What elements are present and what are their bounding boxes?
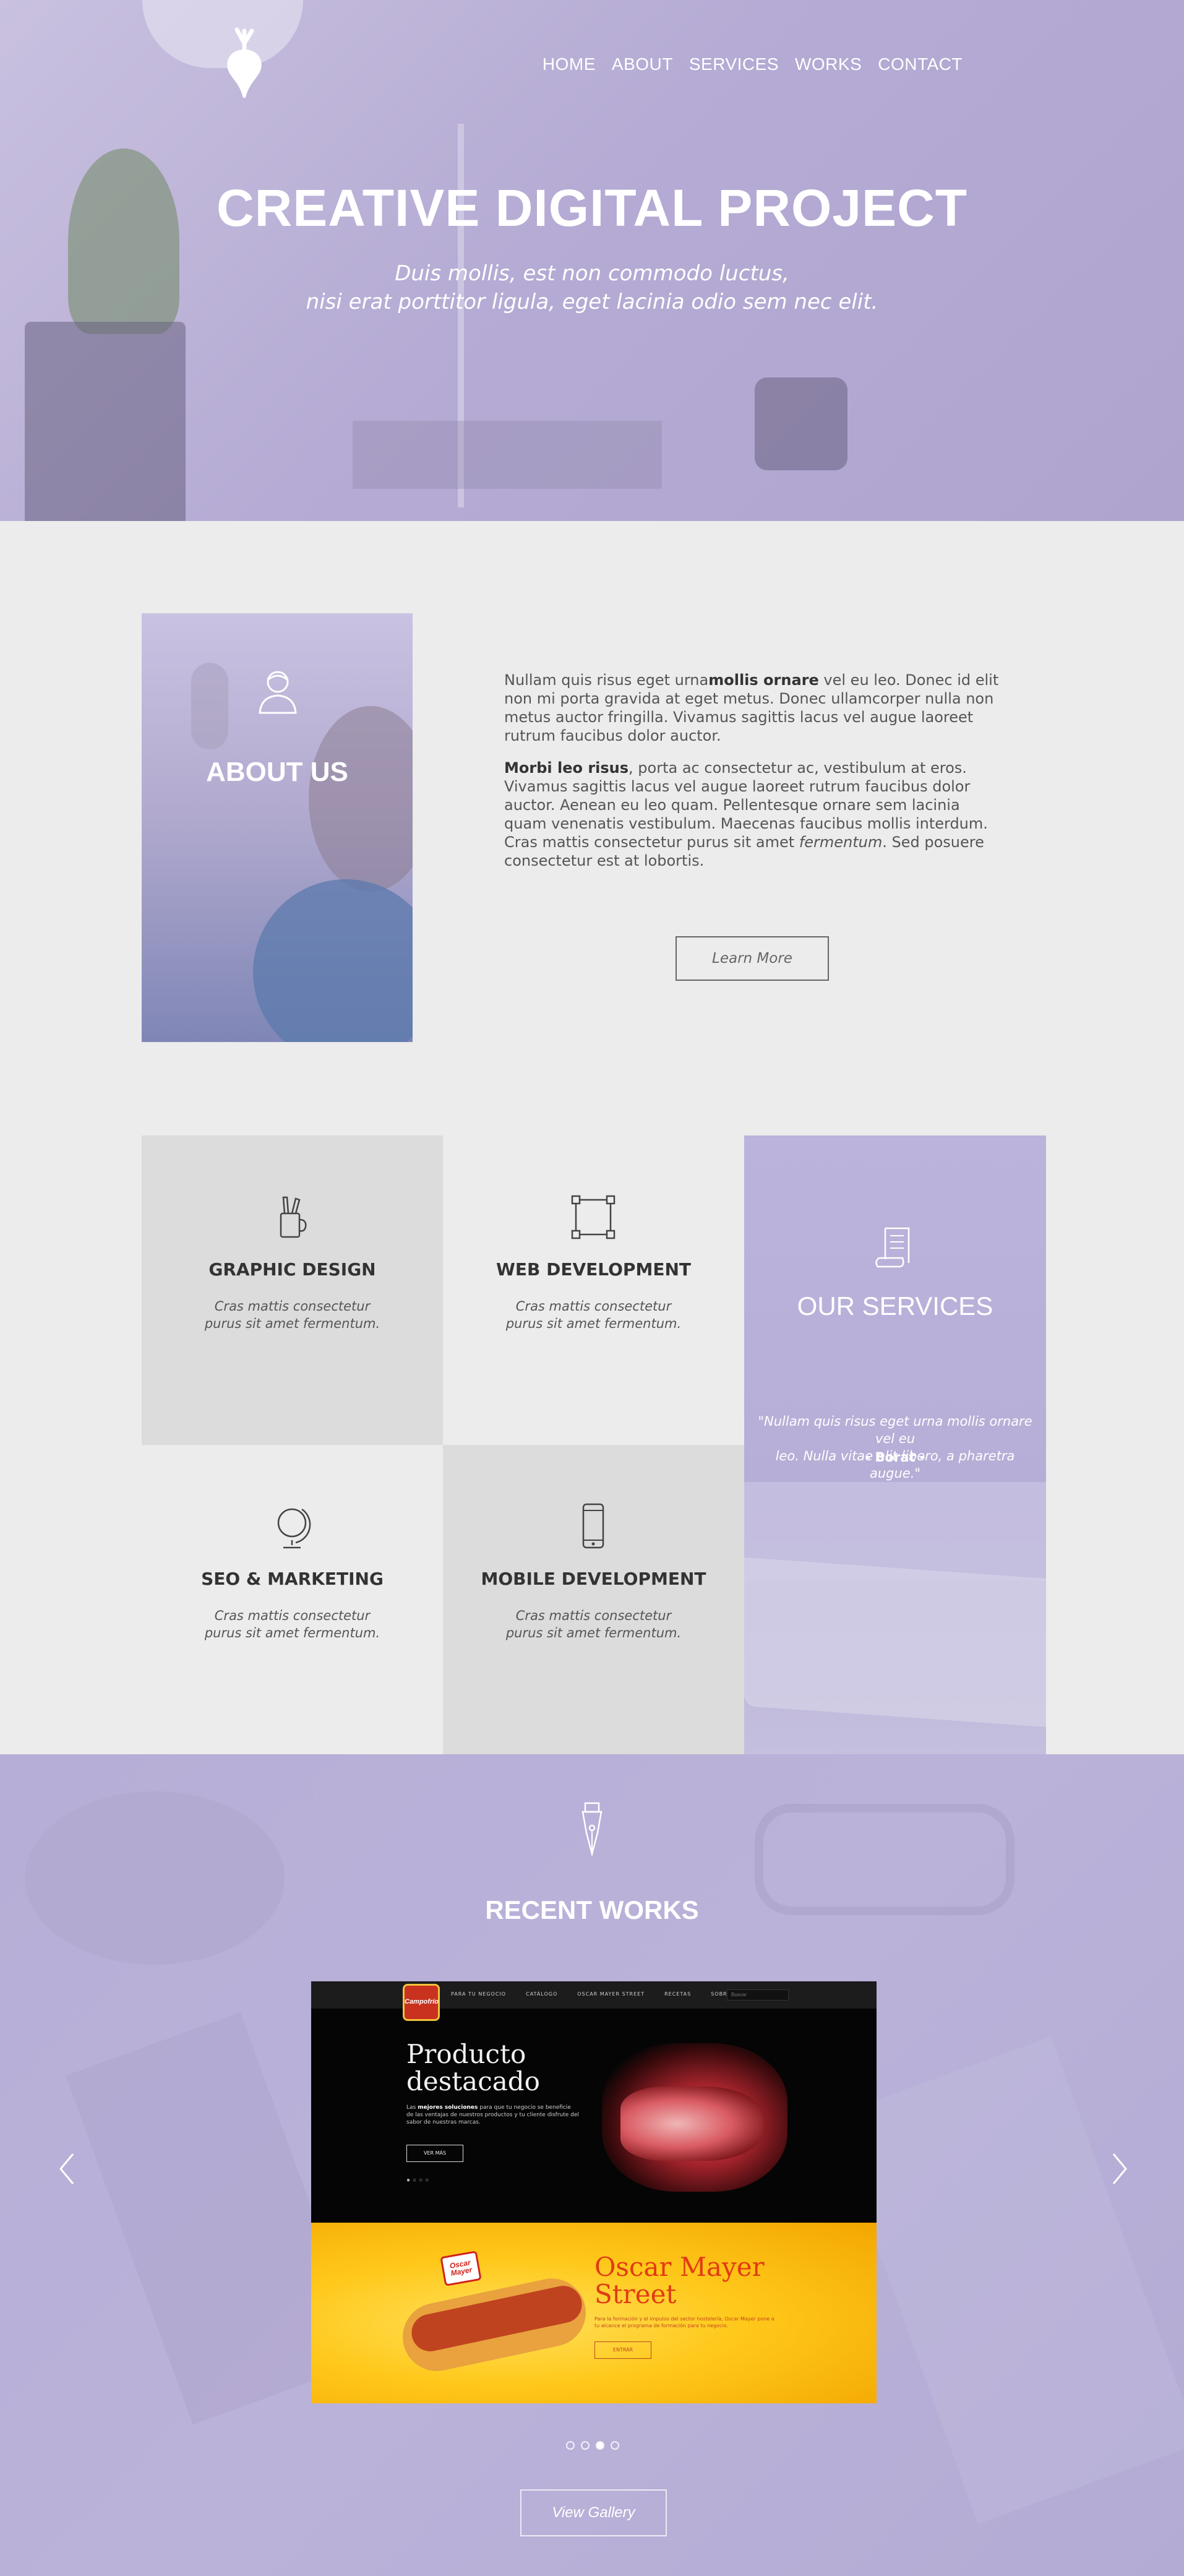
our-services-title: OUR SERVICES <box>797 1291 993 1320</box>
our-services-panel: OUR SERVICES "Nullam quis risus eget urn… <box>744 1135 1046 1754</box>
text-run: Las <box>406 2104 418 2111</box>
about-paragraph-1: Nullam quis risus eget urnamollis ornare… <box>504 671 999 745</box>
campofrio-logo: Campofrío <box>403 1984 440 2021</box>
search-placeholder: Buscar <box>731 1992 747 1997</box>
carousel-slide-image[interactable]: Campofrío PARA TU NEGOCIO CATÁLOGO OSCAR… <box>311 1981 877 2403</box>
view-gallery-button[interactable]: View Gallery <box>520 2489 667 2536</box>
bold-text: Morbi leo risus <box>504 759 629 777</box>
hero-title: CREATIVE DIGITAL PROJECT <box>216 179 968 237</box>
text-run: Nullam quis risus eget urna <box>504 671 709 689</box>
pencil-cup-icon <box>280 1196 307 1238</box>
slide-menu: PARA TU NEGOCIO CATÁLOGO OSCAR MAYER STR… <box>451 1991 768 1997</box>
background-person <box>191 663 228 749</box>
carousel-dot-1[interactable] <box>566 2441 575 2450</box>
nav-contact[interactable]: CONTACT <box>878 54 963 74</box>
slide-menu-item: OSCAR MAYER STREET <box>577 1991 645 1997</box>
chevron-left-icon[interactable] <box>54 2150 79 2187</box>
bold-text: mejores soluciones <box>418 2104 478 2111</box>
desc-line: purus sit amet fermentum. <box>204 1626 380 1640</box>
learn-more-button[interactable]: Learn More <box>676 936 829 981</box>
nav-about[interactable]: ABOUT <box>612 54 673 74</box>
heading-line: Oscar Mayer <box>594 2252 765 2282</box>
smartphone-icon <box>582 1503 604 1549</box>
service-description: Cras mattis consectetur purus sit amet fe… <box>480 1607 707 1642</box>
oscar-mayer-heading: Oscar Mayer Street <box>594 2254 765 2308</box>
ham-slice-image <box>620 2087 763 2161</box>
person-head <box>309 706 413 892</box>
carousel-dot-3[interactable] <box>596 2441 604 2450</box>
vector-square-icon <box>571 1195 616 1239</box>
logo-text: Oscar Mayer <box>448 2258 473 2278</box>
pen-nib-icon <box>581 1802 603 1856</box>
chevron-right-icon[interactable] <box>1107 2150 1132 2187</box>
jar-image <box>25 322 186 521</box>
desc-line: Cras mattis consectetur <box>515 1299 672 1314</box>
desc-line: Cras mattis consectetur <box>214 1608 371 1623</box>
background-keyboard <box>830 2036 1184 2524</box>
background-bowl <box>25 1791 285 1965</box>
service-title: GRAPHIC DESIGN <box>208 1259 376 1280</box>
carousel-dot-4[interactable] <box>611 2441 619 2450</box>
nav-services[interactable]: SERVICES <box>689 54 779 74</box>
oscar-mayer-banner <box>311 2223 877 2403</box>
person-shoulder <box>253 879 413 1042</box>
slide-menu-item: RECETAS <box>664 1991 692 1997</box>
recent-works-section: RECENT WORKS Campofrío PARA TU NEGOCIO C… <box>0 1754 1184 2576</box>
service-title: WEB DEVELOPMENT <box>496 1259 691 1280</box>
service-description: Cras mattis consectetur purus sit amet fe… <box>179 1607 406 1642</box>
about-card: ABOUT US <box>142 613 413 1042</box>
service-description: Cras mattis consectetur purus sit amet fe… <box>179 1298 406 1332</box>
service-web-development: WEB DEVELOPMENT Cras mattis consectetur p… <box>443 1135 744 1445</box>
heading-line: Producto <box>406 2039 526 2069</box>
carousel-dot-2[interactable] <box>581 2441 590 2450</box>
slide-button: VER MÁS <box>406 2145 463 2162</box>
heading-line: destacado <box>406 2066 540 2096</box>
nav-home[interactable]: HOME <box>543 54 596 74</box>
slide-search-box: Buscar <box>727 1989 789 2001</box>
about-title: ABOUT US <box>206 757 348 787</box>
laptop-base-image <box>744 1557 1046 1729</box>
desc-line: purus sit amet fermentum. <box>204 1316 380 1331</box>
desc-line: purus sit amet fermentum. <box>505 1626 682 1640</box>
oscar-mayer-description: Para la formación y el impulso del secto… <box>594 2316 774 2328</box>
carousel-dots <box>566 2441 619 2450</box>
testimonial-quote: "Nullam quis risus eget urna mollis orna… <box>757 1413 1034 1482</box>
oscar-mayer-logo: Oscar Mayer <box>440 2251 482 2286</box>
hero-subtitle-line1: Duis mollis, est non commodo luctus, <box>395 261 789 286</box>
globe-icon <box>277 1508 311 1549</box>
slide-mini-dots: ●○○○ <box>406 2177 432 2184</box>
desc-line: Cras mattis consectetur <box>515 1608 672 1623</box>
desc-line: Cras mattis consectetur <box>214 1299 371 1314</box>
slide-description: Las mejores soluciones para que tu negoc… <box>406 2104 580 2126</box>
desk-image <box>353 421 662 489</box>
italic-text: fermentum <box>799 834 883 851</box>
service-description: Cras mattis consectetur purus sit amet fe… <box>480 1298 707 1332</box>
about-text: Nullam quis risus eget urnamollis ornare… <box>504 671 999 884</box>
slide-heading: Producto destacado <box>406 2041 540 2095</box>
main-nav: HOME ABOUT SERVICES WORKS CONTACT <box>543 54 963 74</box>
user-icon <box>259 671 297 714</box>
desc-line: purus sit amet fermentum. <box>505 1316 682 1331</box>
about-paragraph-2: Morbi leo risus, porta ac consectetur ac… <box>504 759 999 870</box>
service-mobile-development: MOBILE DEVELOPMENT Cras mattis consectet… <box>443 1445 744 1754</box>
bold-text: mollis ornare <box>708 671 819 689</box>
oscar-mayer-button: ENTRAR <box>594 2341 651 2359</box>
service-seo-marketing: SEO & MARKETING Cras mattis consectetur p… <box>142 1445 443 1754</box>
nav-works[interactable]: WORKS <box>795 54 862 74</box>
slide-menu-item: CATÁLOGO <box>526 1991 558 1997</box>
recent-works-title: RECENT WORKS <box>485 1895 699 1924</box>
service-title: SEO & MARKETING <box>201 1569 384 1589</box>
service-graphic-design: GRAPHIC DESIGN Cras mattis consectetur pu… <box>142 1135 443 1445</box>
radish-logo-icon[interactable] <box>220 25 269 99</box>
brand-text: Campofrío <box>405 1998 439 2005</box>
service-title: MOBILE DEVELOPMENT <box>481 1569 706 1589</box>
quote-line: "Nullam quis risus eget urna mollis orna… <box>758 1414 1032 1446</box>
heading-line: Street <box>594 2279 677 2309</box>
camera-image <box>755 377 847 470</box>
hero-section: HOME ABOUT SERVICES WORKS CONTACT CREATI… <box>0 0 1184 521</box>
testimonial-author: - Borat - <box>865 1450 925 1465</box>
scroll-icon <box>875 1227 910 1268</box>
slide-menu-item: PARA TU NEGOCIO <box>451 1991 507 1997</box>
hero-subtitle-line2: nisi erat porttitor ligula, eget lacinia… <box>306 290 878 314</box>
